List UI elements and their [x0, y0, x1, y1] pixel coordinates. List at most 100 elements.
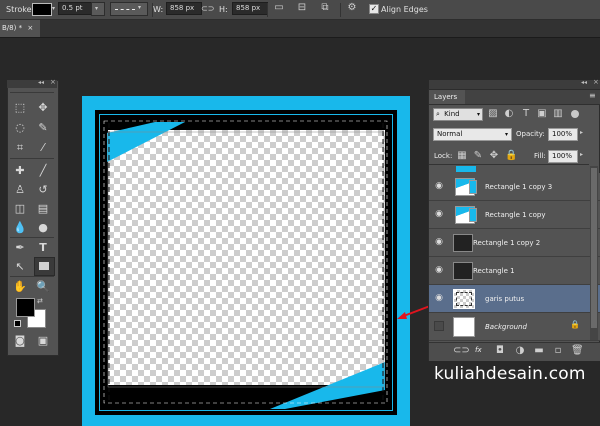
height-field[interactable]: 858 px — [232, 2, 268, 15]
layer-thumbnail — [453, 289, 475, 309]
filter-toggle-icon[interactable] — [571, 110, 579, 118]
layer-row[interactable]: ◉ Rectangle 1 copy 3 — [429, 173, 600, 201]
layer-row[interactable]: ◉ Rectangle 1 copy 2 — [429, 229, 600, 257]
fill-label: Fill: — [534, 152, 546, 160]
layer-name[interactable]: Rectangle 1 — [473, 267, 515, 275]
link-dimensions-icon[interactable]: ⊂⊃ — [201, 3, 214, 15]
chevron-right-icon[interactable]: ▸ — [580, 151, 583, 158]
layer-name[interactable]: Rectangle 1 copy 3 — [485, 183, 552, 191]
lasso-tool-icon[interactable]: ◌ — [10, 119, 30, 137]
document-tab[interactable]: B/8) * × — [0, 20, 40, 37]
screen-mode-icon[interactable]: ▣ — [33, 332, 53, 350]
type-tool-icon[interactable]: T — [33, 239, 53, 257]
layer-thumbnail — [453, 234, 473, 252]
path-selection-tool-icon[interactable]: ↖ — [10, 258, 30, 276]
stroke-width-dropdown[interactable]: ▾ — [91, 2, 105, 16]
visibility-eye-icon[interactable]: ◉ — [433, 208, 445, 220]
layer-row[interactable]: Background 🔒 — [429, 313, 600, 341]
path-alignment-icon[interactable]: ⊟ — [296, 2, 308, 14]
visibility-eye-icon[interactable]: ◉ — [433, 264, 445, 276]
layer-row[interactable]: ◉ Rectangle 1 copy — [429, 201, 600, 229]
filter-adjustment-icon[interactable]: ◐ — [503, 108, 515, 120]
panel-menu-icon[interactable]: ≡ — [589, 91, 596, 100]
layer-thumbnail — [453, 262, 473, 280]
adjustment-layer-icon[interactable]: ◑ — [514, 345, 526, 357]
width-field[interactable]: 858 px — [166, 2, 202, 15]
document-tab-title: B/8) * — [2, 24, 23, 32]
collapse-icon[interactable]: ◂◂ — [38, 79, 44, 86]
layer-name[interactable]: Rectangle 1 copy — [485, 211, 546, 219]
fx-icon[interactable]: fx — [475, 346, 482, 354]
opacity-field[interactable]: 100% — [548, 128, 578, 141]
layers-tab[interactable]: Layers — [429, 90, 465, 104]
dashed-guide-outline — [103, 120, 388, 404]
visibility-eye-icon[interactable]: ◉ — [433, 180, 445, 192]
stroke-swatch-dropdown-icon[interactable]: ▾ — [52, 5, 55, 12]
layer-name[interactable]: Background — [485, 323, 527, 331]
crop-tool-icon[interactable]: ⌗ — [10, 139, 30, 157]
default-colors-icon[interactable] — [14, 320, 21, 327]
rectangle-tool-button[interactable] — [34, 257, 55, 276]
path-outline — [107, 131, 385, 388]
lock-position-icon[interactable]: ✥ — [488, 150, 500, 162]
filter-shape-icon[interactable]: ▣ — [536, 108, 548, 120]
history-brush-tool-icon[interactable]: ↺ — [33, 181, 53, 199]
dodge-tool-icon[interactable]: ● — [33, 219, 53, 237]
blur-tool-icon[interactable]: 💧 — [10, 219, 30, 237]
add-mask-icon[interactable]: ◘ — [494, 345, 506, 357]
chevron-down-icon: ▾ — [95, 5, 99, 12]
brush-tool-icon[interactable]: ╱ — [33, 162, 53, 180]
layer-row-selected[interactable]: ◉ garis putus — [429, 285, 600, 313]
foreground-color-swatch[interactable] — [16, 298, 35, 317]
stroke-type-dropdown[interactable]: ▾ — [110, 2, 148, 16]
layers-scrollbar[interactable] — [590, 166, 598, 340]
trash-icon[interactable]: 🗑 — [571, 345, 584, 357]
swap-colors-icon[interactable]: ⇄ — [37, 297, 43, 305]
new-group-icon[interactable]: ▬ — [533, 345, 545, 357]
filter-pixel-icon[interactable]: ▨ — [487, 108, 499, 120]
stroke-color-swatch[interactable] — [32, 3, 52, 16]
lock-image-icon[interactable]: ✎ — [472, 150, 484, 162]
blend-mode-dropdown[interactable]: Normal ▾ — [433, 128, 512, 141]
eyedropper-tool-icon[interactable]: ⁄ — [33, 139, 53, 157]
collapse-icon[interactable]: ◂◂ — [581, 79, 587, 86]
visibility-off-icon[interactable] — [434, 321, 444, 331]
healing-brush-tool-icon[interactable]: ✚ — [10, 162, 30, 180]
quick-selection-tool-icon[interactable]: ✎ — [33, 119, 53, 137]
path-operations-icon[interactable]: ▭ — [273, 2, 285, 14]
cyan-corner-stripe-top — [107, 122, 185, 162]
filter-smart-object-icon[interactable]: ▥ — [552, 108, 564, 120]
gradient-tool-icon[interactable]: ▤ — [33, 200, 53, 218]
height-label: H: — [219, 5, 228, 14]
chevron-right-icon[interactable]: ▸ — [580, 129, 583, 136]
close-icon[interactable]: × — [50, 78, 56, 86]
gear-icon[interactable]: ⚙ — [346, 2, 358, 14]
layers-panel-dock-header[interactable]: ◂◂ × — [429, 78, 600, 89]
filter-type-icon[interactable]: T — [520, 108, 532, 120]
close-icon[interactable]: × — [593, 78, 599, 86]
quick-mask-icon[interactable]: ◙ — [10, 332, 30, 350]
new-layer-icon[interactable]: ▫ — [552, 345, 564, 357]
tools-panel-header[interactable]: ◂◂ × — [7, 78, 57, 88]
close-icon[interactable]: × — [27, 24, 33, 32]
path-arrangement-icon[interactable]: ⧉ — [319, 2, 331, 14]
layer-row[interactable]: ◉ Rectangle 1 — [429, 257, 600, 285]
link-layers-icon[interactable]: ⊂⊃ — [453, 345, 470, 357]
layer-filter-kind-dropdown[interactable]: ⌕ Kind ▾ — [433, 108, 483, 121]
layer-name[interactable]: Rectangle 1 copy 2 — [473, 239, 540, 247]
lock-all-icon[interactable]: 🔒 — [505, 150, 517, 162]
align-edges-checkbox[interactable]: ✓ — [369, 4, 379, 14]
zoom-tool-icon[interactable]: 🔍 — [33, 278, 53, 296]
fill-field[interactable]: 100% — [548, 150, 578, 163]
marquee-tool-icon[interactable]: ⬚ — [10, 99, 30, 117]
scrollbar-thumb[interactable] — [591, 168, 597, 328]
layer-name[interactable]: garis putus — [485, 295, 524, 303]
hand-tool-icon[interactable]: ✋ — [10, 278, 30, 296]
visibility-eye-icon[interactable]: ◉ — [433, 292, 445, 304]
clone-stamp-tool-icon[interactable]: ♙ — [10, 181, 30, 199]
lock-transparent-icon[interactable]: ▦ — [456, 150, 468, 162]
visibility-eye-icon[interactable]: ◉ — [433, 236, 445, 248]
eraser-tool-icon[interactable]: ◫ — [10, 200, 30, 218]
move-tool-icon[interactable]: ✥ — [33, 99, 53, 117]
pen-tool-icon[interactable]: ✒ — [10, 239, 30, 257]
